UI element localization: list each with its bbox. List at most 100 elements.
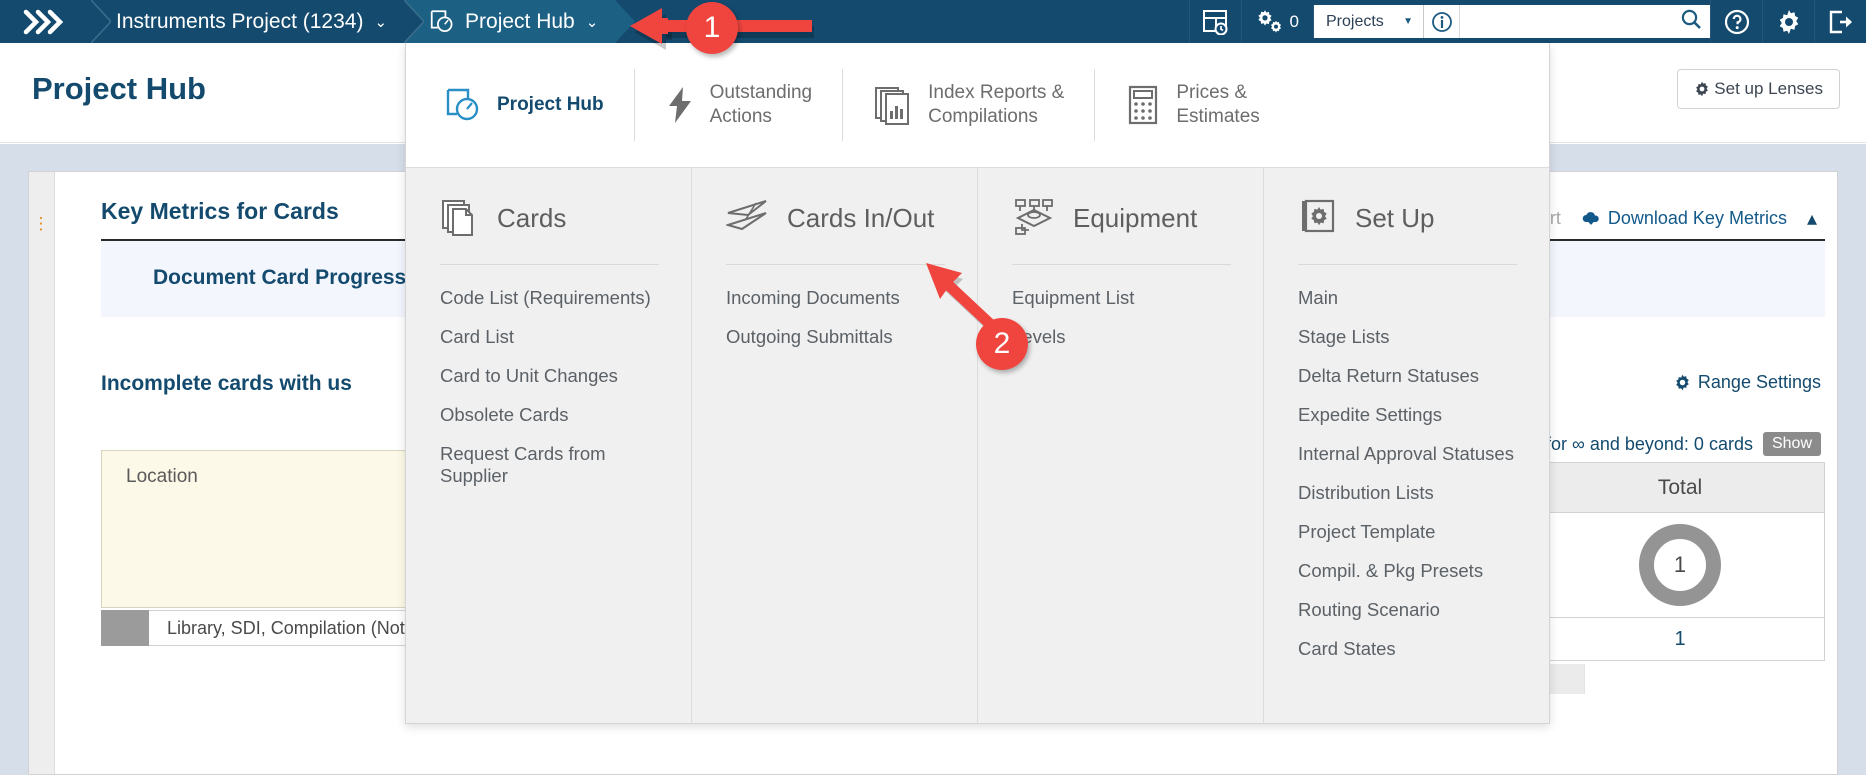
- menu-link-outgoing-submittals[interactable]: Outgoing Submittals: [726, 318, 945, 357]
- donut-chart: 1: [1639, 524, 1721, 606]
- download-key-metrics-label: Download Key Metrics: [1607, 208, 1787, 228]
- project-hub-mega-menu: Project Hub Outstanding Actions Index Re…: [405, 43, 1550, 724]
- menu-column-title: Cards: [497, 202, 567, 233]
- menu-column-cards: Cards Code List (Requirements) Card List…: [406, 168, 692, 723]
- metric-row-label: Document Card Progress: [153, 266, 407, 289]
- menu-top-project-hub[interactable]: Project Hub: [414, 69, 635, 141]
- menu-link-card-to-unit-changes[interactable]: Card to Unit Changes: [440, 357, 659, 396]
- download-key-metrics-button[interactable]: Download Key Metrics: [1581, 208, 1787, 229]
- menu-top-label: Index Reports & Compilations: [928, 82, 1065, 127]
- divider: [726, 264, 945, 265]
- drag-handle-icon[interactable]: ⋮: [29, 172, 55, 774]
- gears-count: 0: [1289, 11, 1299, 31]
- menu-link-distribution-lists[interactable]: Distribution Lists: [1298, 474, 1517, 513]
- search-input[interactable]: [1460, 5, 1710, 38]
- range-settings-label: Range Settings: [1697, 372, 1821, 392]
- mega-menu-columns: Cards Code List (Requirements) Card List…: [406, 167, 1549, 723]
- schedule-window-icon[interactable]: [1188, 0, 1241, 43]
- menu-column-title: Equipment: [1073, 202, 1198, 233]
- menu-link-card-states[interactable]: Card States: [1298, 630, 1517, 669]
- equipment-network-icon: [1015, 199, 1053, 235]
- show-button[interactable]: Show: [1762, 432, 1821, 456]
- gear-icon[interactable]: [1762, 0, 1814, 43]
- gears-badge[interactable]: 0: [1240, 0, 1313, 43]
- menu-top-index-reports[interactable]: Index Reports & Compilations: [843, 69, 1096, 141]
- divider: [440, 264, 659, 265]
- help-circle-icon[interactable]: [1710, 0, 1762, 43]
- menu-link-project-template[interactable]: Project Template: [1298, 513, 1517, 552]
- range-settings-button[interactable]: Range Settings: [1674, 372, 1821, 393]
- menu-link-card-list[interactable]: Card List: [440, 318, 659, 357]
- stacked-reports-icon: [875, 87, 910, 125]
- location-box: Location: [101, 450, 429, 608]
- breadcrumb-project-hub[interactable]: Project Hub ⌄: [405, 0, 636, 43]
- menu-column-title: Set Up: [1355, 202, 1435, 233]
- gear-icon: [1676, 374, 1689, 391]
- search-text-field[interactable]: [1460, 12, 1680, 31]
- project-scope-select[interactable]: Projects ▼: [1314, 5, 1424, 38]
- divider: [1012, 264, 1231, 265]
- menu-link-delta-return-statuses[interactable]: Delta Return Statuses: [1298, 357, 1517, 396]
- set-up-lenses-label: Set up Lenses: [1714, 79, 1823, 98]
- menu-link-compil-pkg-presets[interactable]: Compil. & Pkg Presets: [1298, 552, 1517, 591]
- row-color-swatch: [101, 610, 149, 646]
- menu-top-outstanding-actions[interactable]: Outstanding Actions: [635, 69, 844, 141]
- menu-link-equipment-list[interactable]: Equipment List: [1012, 279, 1231, 318]
- chevron-down-icon: ⌄: [585, 13, 599, 31]
- set-up-lenses-button[interactable]: Set up Lenses: [1677, 69, 1840, 109]
- search-icon[interactable]: [1680, 8, 1702, 35]
- menu-column-header: Cards: [440, 192, 659, 244]
- setup-gear-icon: [1302, 199, 1335, 233]
- mega-menu-top-row: Project Hub Outstanding Actions Index Re…: [406, 43, 1549, 167]
- totals-table-header: Total: [1536, 463, 1824, 513]
- gear-icon: [1696, 81, 1709, 97]
- location-header: Location: [126, 466, 198, 487]
- gears-icon: [1257, 9, 1281, 33]
- breadcrumb-instruments-project[interactable]: Instruments Project (1234) ⌄: [92, 0, 425, 43]
- page-title: Project Hub: [32, 71, 206, 106]
- menu-link-code-list[interactable]: Code List (Requirements): [440, 279, 659, 318]
- project-hub-icon: [446, 88, 479, 121]
- divider: [1298, 264, 1517, 265]
- menu-top-label: Outstanding Actions: [709, 82, 813, 127]
- menu-top-prices-estimates[interactable]: Prices & Estimates: [1095, 69, 1289, 141]
- menu-link-internal-approval-statuses[interactable]: Internal Approval Statuses: [1298, 435, 1517, 474]
- search-group: Projects ▼: [1313, 5, 1710, 38]
- menu-link-levels[interactable]: Levels: [1012, 318, 1231, 357]
- cloud-download-icon: [1582, 211, 1599, 225]
- menu-top-label: Project Hub: [497, 94, 604, 116]
- chevron-divider: [615, 0, 636, 43]
- top-navigation-bar: Instruments Project (1234) ⌄ Project Hub…: [0, 0, 1866, 43]
- totals-table-footer: 1: [1674, 627, 1686, 650]
- annotation-badge-2: 2: [976, 318, 1028, 370]
- breadcrumb-label: Instruments Project (1234): [116, 9, 364, 33]
- chevron-down-icon: ▼: [1403, 16, 1413, 27]
- menu-column-set-up: Set Up Main Stage Lists Delta Return Sta…: [1264, 168, 1549, 723]
- menu-link-stage-lists[interactable]: Stage Lists: [1298, 318, 1517, 357]
- home-chevrons-icon[interactable]: [0, 0, 111, 43]
- menu-link-incoming-documents[interactable]: Incoming Documents: [726, 279, 945, 318]
- menu-link-request-cards-from-supplier[interactable]: Request Cards from Supplier: [440, 435, 659, 496]
- chevron-divider: [404, 0, 425, 43]
- project-hub-icon: [429, 9, 455, 34]
- lightning-bolt-icon: [668, 87, 691, 123]
- topbar-actions: 0 Projects ▼: [1188, 0, 1866, 43]
- menu-link-obsolete-cards[interactable]: Obsolete Cards: [440, 396, 659, 435]
- info-circle-icon[interactable]: [1424, 5, 1460, 38]
- menu-link-expedite-settings[interactable]: Expedite Settings: [1298, 396, 1517, 435]
- menu-column-header: Set Up: [1298, 192, 1517, 244]
- totals-table: Total 1 1: [1535, 462, 1825, 661]
- menu-link-main[interactable]: Main: [1298, 279, 1517, 318]
- menu-link-routing-scenario[interactable]: Routing Scenario: [1298, 591, 1517, 630]
- menu-column-title: Cards In/Out: [787, 202, 935, 233]
- copy-pages-icon: [442, 200, 473, 236]
- chevron-up-icon[interactable]: ▴: [1807, 206, 1817, 231]
- project-scope-value: Projects: [1326, 12, 1384, 30]
- menu-top-label: Prices & Estimates: [1176, 82, 1260, 127]
- incomplete-cards-label: Incomplete cards with us: [101, 372, 352, 395]
- calculator-icon: [1129, 85, 1158, 125]
- breadcrumb-label: Project Hub: [465, 9, 575, 33]
- logout-icon[interactable]: [1814, 0, 1866, 43]
- chevron-divider: [91, 0, 111, 43]
- panel-title: Key Metrics for Cards: [101, 198, 339, 224]
